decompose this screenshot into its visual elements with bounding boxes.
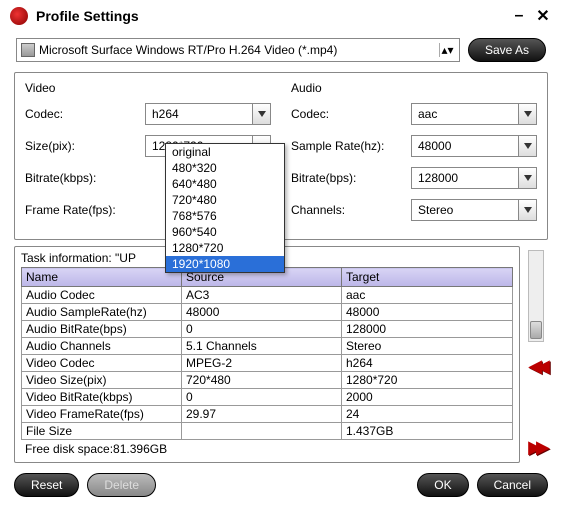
chevron-down-icon[interactable]	[518, 168, 536, 188]
audio-column: Audio Codec: aac Sample Rate(hz): 48000 …	[291, 79, 537, 231]
video-codec-label: Codec:	[25, 107, 145, 121]
video-heading: Video	[25, 81, 271, 95]
chevron-down-icon[interactable]	[518, 200, 536, 220]
size-option[interactable]: 768*576	[166, 208, 284, 224]
size-option[interactable]: 1920*1080	[166, 256, 284, 272]
video-size-label: Size(pix):	[25, 139, 145, 153]
size-option[interactable]: original	[166, 144, 284, 160]
video-framerate-label: Frame Rate(fps):	[25, 203, 145, 217]
audio-codec-label: Codec:	[291, 107, 411, 121]
video-codec-select[interactable]: h264	[145, 103, 271, 125]
audio-channels-label: Channels:	[291, 203, 411, 217]
move-up-button[interactable]: ◀◀	[523, 356, 549, 378]
table-row[interactable]: Audio Channels5.1 ChannelsStereo	[22, 338, 513, 355]
table-row[interactable]: Audio BitRate(bps)0128000	[22, 321, 513, 338]
double-right-arrow-icon: ▶▶	[528, 437, 544, 458]
audio-bitrate-select[interactable]: 128000	[411, 167, 537, 189]
size-option[interactable]: 480*320	[166, 160, 284, 176]
chevron-updown-icon[interactable]: ▴▾	[439, 43, 455, 57]
table-row[interactable]: Video Size(pix)720*4801280*720	[22, 372, 513, 389]
profile-format-icon	[21, 43, 35, 57]
audio-samplerate-select[interactable]: 48000	[411, 135, 537, 157]
move-down-button[interactable]: ▶▶	[523, 437, 549, 459]
size-option[interactable]: 960*540	[166, 224, 284, 240]
table-header: Target	[342, 268, 513, 287]
audio-samplerate-label: Sample Rate(hz):	[291, 139, 411, 153]
table-row[interactable]: Audio SampleRate(hz)4800048000	[22, 304, 513, 321]
audio-codec-select[interactable]: aac	[411, 103, 537, 125]
window-title: Profile Settings	[36, 8, 504, 24]
ok-button[interactable]: OK	[417, 473, 468, 497]
minimize-icon[interactable]: –	[510, 7, 528, 25]
profile-text: Microsoft Surface Windows RT/Pro H.264 V…	[39, 43, 439, 57]
titlebar: Profile Settings – ✕	[0, 0, 562, 32]
free-disk-label: Free disk space:81.396GB	[21, 440, 517, 458]
close-icon[interactable]: ✕	[534, 6, 552, 26]
scrollbar[interactable]	[528, 250, 544, 342]
table-row[interactable]: File Size1.437GB	[22, 423, 513, 440]
table-row[interactable]: Video BitRate(kbps)02000	[22, 389, 513, 406]
app-logo-icon	[10, 7, 28, 25]
size-option[interactable]: 1280*720	[166, 240, 284, 256]
reset-button[interactable]: Reset	[14, 473, 79, 497]
scrollbar-thumb[interactable]	[530, 321, 542, 339]
cancel-button[interactable]: Cancel	[477, 473, 548, 497]
settings-panel: Video Codec: h264 Size(pix): 1280*720 Bi…	[14, 72, 548, 240]
task-table: NameSourceTargetAudio CodecAC3aacAudio S…	[21, 267, 513, 440]
chevron-down-icon[interactable]	[518, 104, 536, 124]
footer: Reset Delete OK Cancel	[0, 463, 562, 507]
save-as-button[interactable]: Save As	[468, 38, 546, 62]
chevron-down-icon[interactable]	[518, 136, 536, 156]
size-option[interactable]: 640*480	[166, 176, 284, 192]
video-bitrate-label: Bitrate(kbps):	[25, 171, 145, 185]
delete-button[interactable]: Delete	[87, 473, 156, 497]
table-header: Name	[22, 268, 182, 287]
video-size-dropdown[interactable]: original480*320640*480720*480768*576960*…	[165, 143, 285, 273]
task-info-panel: Task information: "UP NameSourceTargetAu…	[14, 246, 520, 463]
chevron-down-icon[interactable]	[252, 104, 270, 124]
table-row[interactable]: Video FrameRate(fps)29.9724	[22, 406, 513, 423]
audio-bitrate-label: Bitrate(bps):	[291, 171, 411, 185]
table-row[interactable]: Audio CodecAC3aac	[22, 287, 513, 304]
audio-heading: Audio	[291, 81, 537, 95]
double-left-arrow-icon: ◀◀	[528, 356, 544, 377]
table-row[interactable]: Video CodecMPEG-2h264	[22, 355, 513, 372]
profile-select[interactable]: Microsoft Surface Windows RT/Pro H.264 V…	[16, 38, 460, 62]
audio-channels-select[interactable]: Stereo	[411, 199, 537, 221]
size-option[interactable]: 720*480	[166, 192, 284, 208]
